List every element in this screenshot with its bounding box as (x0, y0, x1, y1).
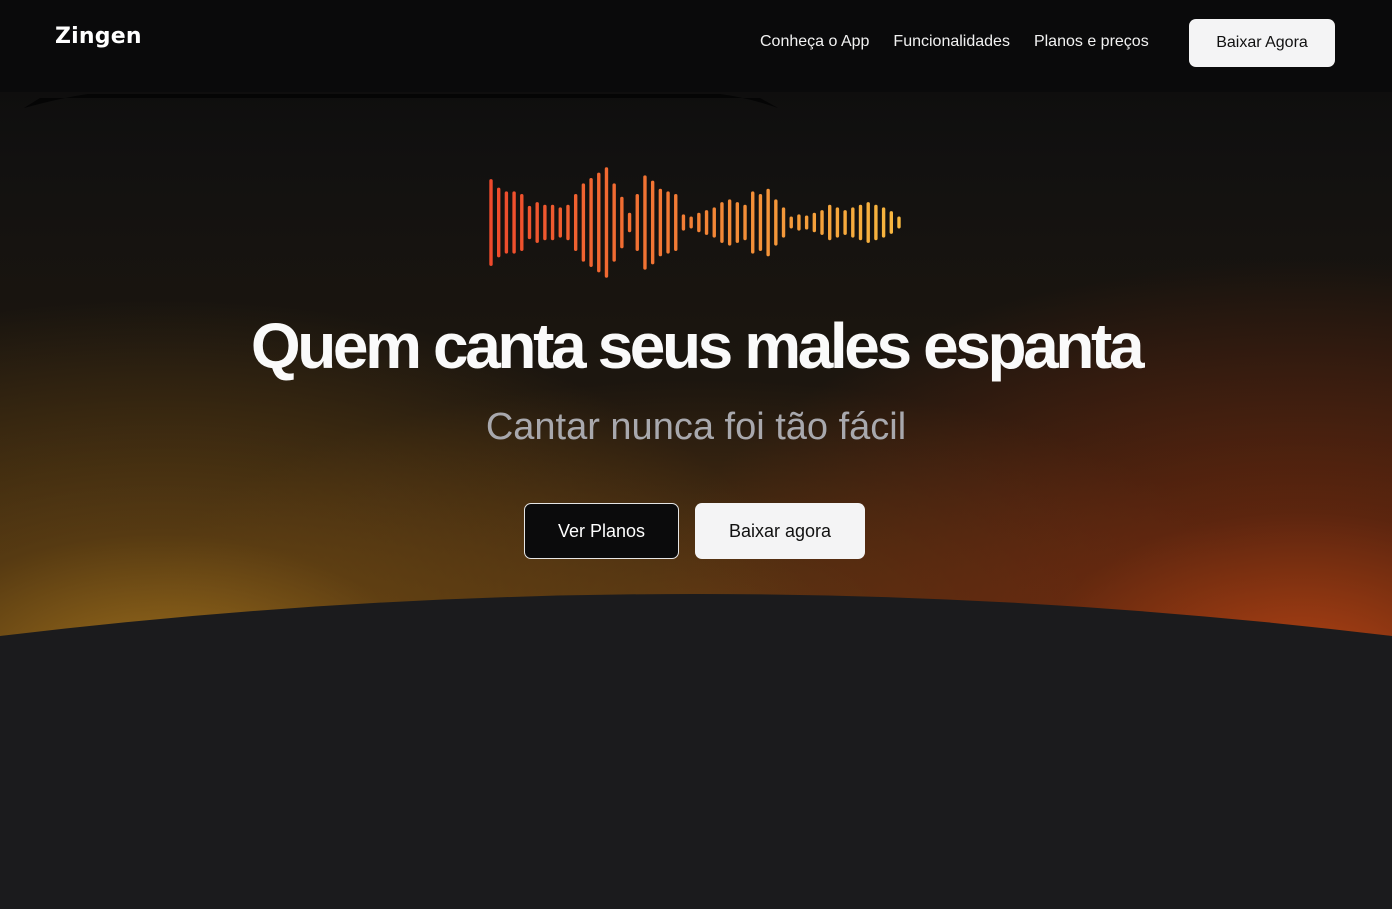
download-now-button[interactable]: Baixar Agora (1189, 19, 1335, 67)
hero-headline: Quem canta seus males espanta (250, 310, 1145, 382)
view-plans-button[interactable]: Ver Planos (524, 503, 679, 559)
content-area (0, 660, 1392, 909)
main-nav: Conheça o App Funcionalidades Planos e p… (760, 31, 1173, 53)
landing-page: Zingen Conheça o App Funcionalidades Pla… (0, 0, 1392, 909)
download-button[interactable]: Baixar agora (695, 503, 865, 559)
header-edge-shadow (24, 94, 778, 108)
site-header: Zingen Conheça o App Funcionalidades Pla… (0, 0, 1392, 92)
audio-waveform-icon (489, 167, 901, 278)
nav-link-pricing[interactable]: Planos e preços (1034, 31, 1149, 53)
nav-link-app[interactable]: Conheça o App (760, 31, 869, 53)
logo[interactable]: Zingen (55, 24, 142, 49)
nav-link-features[interactable]: Funcionalidades (893, 31, 1010, 53)
hero-subheadline: Cantar nunca foi tão fácil (485, 406, 907, 448)
